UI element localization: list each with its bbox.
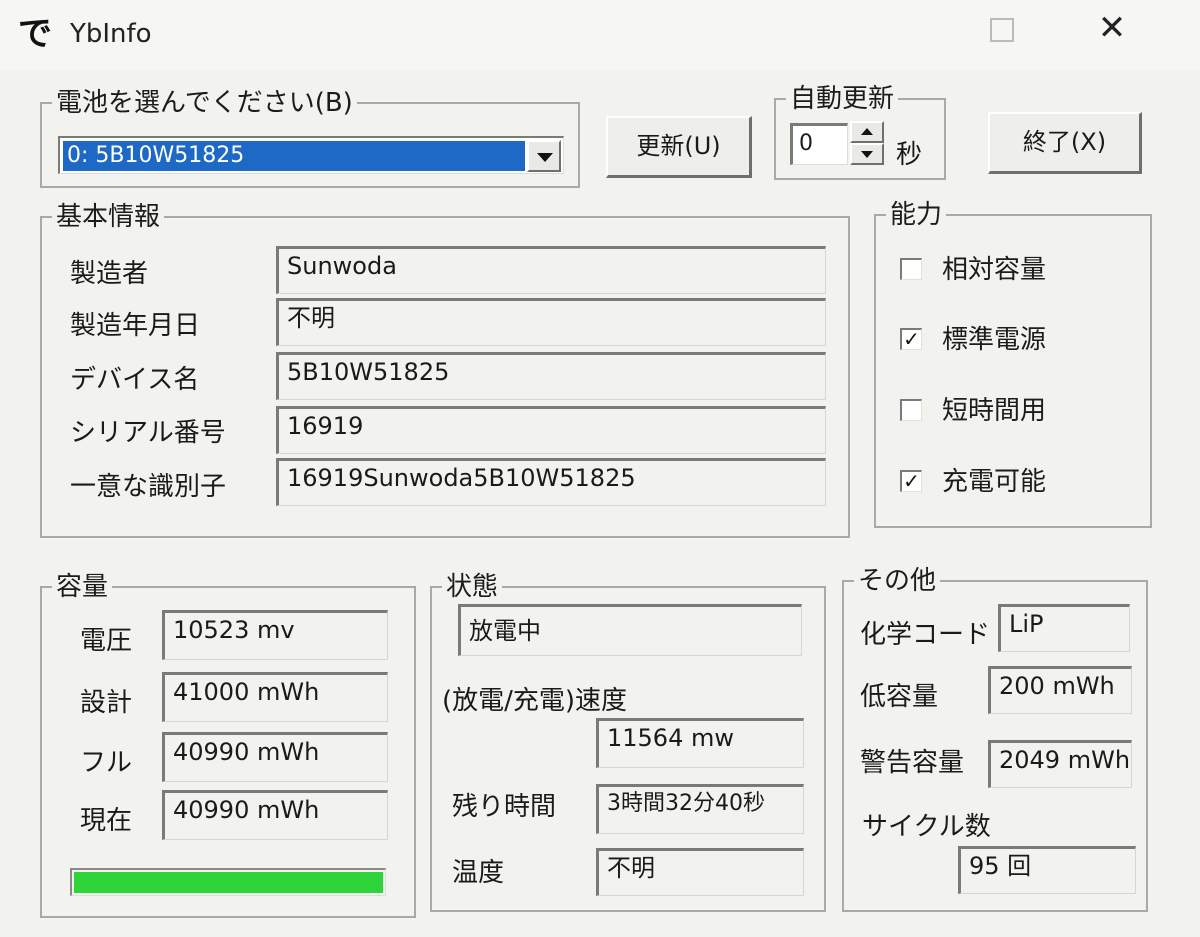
- rate-field: 11564 mw: [596, 718, 804, 768]
- chevron-down-icon[interactable]: [527, 140, 561, 172]
- auto-update-unit: 秒: [896, 140, 923, 170]
- status-legend: 状態: [446, 572, 499, 602]
- battery-select-legend: 電池を選んでください(B): [56, 88, 353, 118]
- current-capacity-label: 現在: [80, 806, 133, 836]
- temperature-field: 不明: [596, 848, 804, 896]
- checkbox-label: 標準電源: [942, 325, 1047, 355]
- capacity-legend: 容量: [56, 572, 109, 602]
- close-button[interactable]: ✕: [1082, 8, 1142, 48]
- cycle-count-field: 95 回: [958, 846, 1136, 894]
- full-capacity-label: フル: [80, 748, 133, 778]
- spin-up-icon[interactable]: [850, 121, 884, 143]
- spin-down-icon[interactable]: [850, 143, 884, 165]
- charge-progress-fill: [74, 872, 383, 893]
- device-name-label: デバイス名: [70, 365, 200, 395]
- voltage-label: 電圧: [80, 626, 133, 656]
- other-legend: その他: [858, 566, 937, 596]
- unique-id-label: 一意な識別子: [70, 472, 227, 502]
- voltage-field: 10523 mv: [162, 610, 388, 660]
- maximize-button[interactable]: [972, 8, 1032, 48]
- rate-label: (放電/充電)速度: [442, 686, 628, 716]
- manufacturer-label: 製造者: [70, 259, 149, 289]
- refresh-button[interactable]: 更新(U): [606, 116, 752, 178]
- checkbox-label: 充電可能: [942, 467, 1047, 497]
- checkbox-box[interactable]: [900, 399, 922, 421]
- checkbox-label: 短時間用: [942, 396, 1047, 426]
- temperature-label: 温度: [452, 858, 505, 888]
- current-capacity-field: 40990 mWh: [162, 790, 388, 840]
- device-name-field: 5B10W51825: [276, 352, 826, 400]
- unique-id-field: 16919Sunwoda5B10W51825: [276, 458, 826, 506]
- cycle-count-label: サイクル数: [862, 812, 991, 842]
- remaining-time-label: 残り時間: [452, 792, 557, 822]
- manufacture-date-label: 製造年月日: [70, 311, 201, 341]
- serial-number-label: シリアル番号: [70, 418, 226, 448]
- low-capacity-field: 200 mWh: [988, 666, 1132, 714]
- auto-update-spinner: [850, 121, 884, 165]
- status-state-field: 放電中: [458, 604, 802, 656]
- design-capacity-label: 設計: [80, 688, 133, 718]
- chemistry-field: LiP: [998, 604, 1130, 652]
- basic-info-legend: 基本情報: [56, 202, 161, 232]
- warning-capacity-label: 警告容量: [860, 748, 965, 778]
- auto-update-interval-input[interactable]: 0: [790, 123, 848, 165]
- capability-legend: 能力: [890, 200, 943, 230]
- title-bar: で YbInfo ✕: [0, 0, 1200, 70]
- close-icon: ✕: [1097, 8, 1127, 48]
- battery-dropdown-value: 0: 5B10W51825: [63, 141, 525, 171]
- remaining-time-field: 3時間32分40秒: [596, 784, 804, 834]
- maximize-icon: [990, 17, 1014, 42]
- auto-update-legend: 自動更新: [790, 84, 895, 114]
- serial-number-field: 16919: [276, 406, 826, 454]
- checkbox-box[interactable]: ✓: [900, 470, 922, 492]
- charge-progress-bar: [70, 868, 386, 896]
- low-capacity-label: 低容量: [860, 682, 939, 712]
- full-capacity-field: 40990 mWh: [162, 732, 388, 782]
- manufacturer-field: Sunwoda: [276, 246, 826, 294]
- chemistry-label: 化学コード: [860, 620, 991, 650]
- warning-capacity-field: 2049 mWh: [988, 740, 1132, 788]
- app-icon: で: [18, 14, 52, 54]
- battery-dropdown[interactable]: 0: 5B10W51825: [58, 136, 564, 174]
- checkbox-box[interactable]: ✓: [900, 328, 922, 350]
- design-capacity-field: 41000 mWh: [162, 672, 388, 722]
- manufacture-date-field: 不明: [276, 298, 826, 346]
- exit-button[interactable]: 終了(X): [988, 112, 1142, 174]
- checkbox-box[interactable]: [900, 258, 922, 280]
- checkbox-label: 相対容量: [942, 255, 1047, 285]
- window-title: YbInfo: [70, 19, 152, 49]
